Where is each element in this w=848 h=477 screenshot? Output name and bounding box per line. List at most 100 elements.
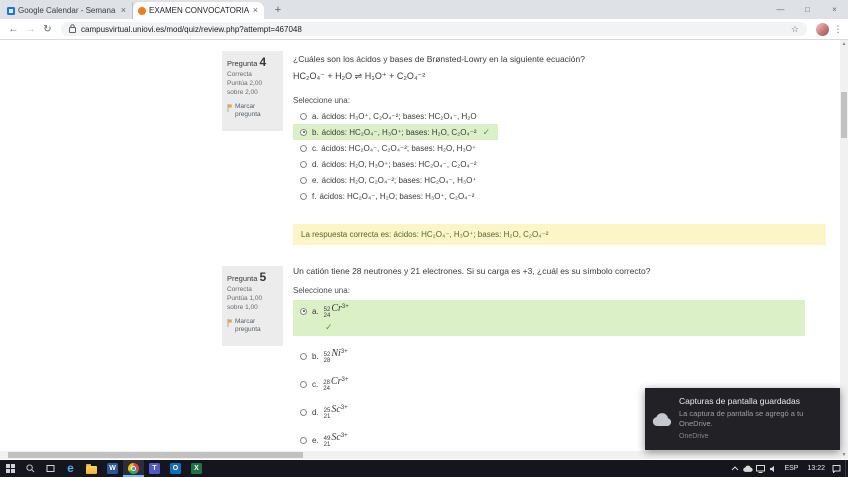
option-text: ácidos: H₂O, C₂O₄⁻²; bases: HC₂O₄⁻, H₃O⁺ xyxy=(322,176,477,185)
question5-grade: Puntúa 1,00 sobre 1,00 xyxy=(227,295,278,313)
taskbar-app-excel[interactable]: X xyxy=(186,460,207,477)
q4-option-a[interactable]: a. ácidos: H₃O⁺, C₂O₄⁻²; bases: HC₂O₄⁻, … xyxy=(293,108,485,124)
taskbar-app-teams[interactable]: T xyxy=(144,460,165,477)
q4-option-c[interactable]: c. ácidos: HC₂O₄⁻, C₂O₄⁻²; bases: H₂O, H… xyxy=(293,140,484,156)
option-letter: b. xyxy=(312,352,319,361)
teams-icon: T xyxy=(149,463,160,474)
clock[interactable]: 13:22 xyxy=(802,465,830,472)
bookmark-star-icon[interactable]: ☆ xyxy=(791,24,799,35)
radio-button-checked[interactable] xyxy=(300,308,307,315)
radio-button[interactable] xyxy=(300,437,307,444)
url-text[interactable]: campusvirtual.uniovi.es/mod/quiz/review.… xyxy=(81,25,791,34)
question4-grade: Puntúa 2,00 sobre 2,00 xyxy=(227,80,278,98)
reload-button[interactable]: ↻ xyxy=(39,24,56,35)
tray-chevron-up-icon[interactable] xyxy=(728,466,741,471)
option-text: ácidos: HC₂O₄⁻, H₂O; bases: H₃O⁺, C₂O₄⁻² xyxy=(319,192,474,201)
radio-button-checked[interactable] xyxy=(300,129,307,136)
option-letter: c. xyxy=(312,380,318,389)
toast-app-name: OneDrive xyxy=(679,433,832,440)
question5-text: Un catión tiene 28 neutrones y 21 electr… xyxy=(293,266,826,276)
isotope-notation: 5224Cr3+ xyxy=(322,303,349,319)
radio-button[interactable] xyxy=(300,145,307,152)
tab-title: Google Calendar - Semana del 1 xyxy=(18,6,117,15)
q5-option-a-selected-correct[interactable]: a. 5224Cr3+ ✓ xyxy=(293,300,805,336)
q5-option-b[interactable]: b. 5228Ni3+ xyxy=(293,348,826,364)
search-button[interactable] xyxy=(20,460,40,477)
search-icon xyxy=(26,464,35,473)
outlook-icon: O xyxy=(170,463,181,474)
flag-label: Marcar pregunta xyxy=(235,103,278,121)
q4-option-e[interactable]: e. ácidos: H₂O, C₂O₄⁻²; bases: HC₂O₄⁻, H… xyxy=(293,172,485,188)
moodle-favicon xyxy=(138,7,146,15)
action-center-icon[interactable] xyxy=(830,465,843,473)
option-letter: f. xyxy=(312,192,316,201)
taskbar-app-outlook[interactable]: O xyxy=(165,460,186,477)
excel-icon: X xyxy=(191,463,202,474)
taskbar-app-file-explorer[interactable] xyxy=(81,460,102,477)
system-tray: ESP 13:22 xyxy=(728,460,848,477)
toast-message: La captura de pantalla se agregó a tu On… xyxy=(679,409,819,429)
q4-option-b-selected-correct[interactable]: b. ácidos: HC₂O₄⁻, H₃O⁺; bases: H₂O, C₂O… xyxy=(293,124,498,140)
radio-button[interactable] xyxy=(300,161,307,168)
tab-title: EXAMEN CONVOCATORIA ORD... xyxy=(149,6,249,15)
toast-body: Capturas de pantalla guardadas La captur… xyxy=(679,388,840,450)
flag-question5-link[interactable]: Marcar pregunta xyxy=(227,318,278,336)
option-letter: e. xyxy=(312,176,319,185)
lock-icon[interactable] xyxy=(69,20,76,38)
taskbar-app-chrome-active[interactable] xyxy=(123,460,144,477)
q4-option-f[interactable]: f. ácidos: HC₂O₄⁻, H₂O; bases: H₃O⁺, C₂O… xyxy=(293,188,482,204)
start-button[interactable] xyxy=(0,460,20,477)
browser-toolbar: ← → ↻ campusvirtual.uniovi.es/mod/quiz/r… xyxy=(0,19,848,40)
horizontal-scrollbar[interactable] xyxy=(0,451,840,459)
radio-button[interactable] xyxy=(300,193,307,200)
question5-header: Pregunta5 xyxy=(227,270,278,284)
scroll-up-arrow[interactable]: ▲ xyxy=(840,40,848,48)
tab-google-calendar[interactable]: Google Calendar - Semana del 1 × xyxy=(2,2,133,19)
tab-exam-review[interactable]: EXAMEN CONVOCATORIA ORD... × xyxy=(133,2,264,19)
horizontal-scrollbar-thumb[interactable] xyxy=(8,452,303,458)
task-view-icon xyxy=(46,464,55,473)
tray-onedrive-icon[interactable] xyxy=(741,465,754,472)
taskbar-app-edge[interactable]: e xyxy=(60,460,81,477)
tab-close-icon[interactable]: × xyxy=(252,6,259,15)
question4-options: a. ácidos: H₃O⁺, C₂O₄⁻²; bases: HC₂O₄⁻, … xyxy=(293,108,826,204)
scroll-down-arrow[interactable]: ▼ xyxy=(840,451,848,459)
tray-network-icon[interactable] xyxy=(754,465,767,473)
forward-button[interactable]: → xyxy=(22,24,39,35)
tab-close-icon[interactable]: × xyxy=(120,6,127,15)
radio-button[interactable] xyxy=(300,177,307,184)
vertical-scrollbar-thumb[interactable] xyxy=(841,92,847,138)
option-letter: d. xyxy=(312,408,319,417)
option-letter: e. xyxy=(312,436,319,445)
word-icon: W xyxy=(107,463,118,474)
isotope-notation: 4921Sc3+ xyxy=(322,432,348,448)
radio-button[interactable] xyxy=(300,409,307,416)
onedrive-toast-notification[interactable]: Capturas de pantalla guardadas La captur… xyxy=(645,388,840,450)
tab-strip: Google Calendar - Semana del 1 × EXAMEN … xyxy=(0,0,848,19)
correct-check-icon: ✓ xyxy=(325,321,805,333)
address-bar[interactable]: campusvirtual.uniovi.es/mod/quiz/review.… xyxy=(61,22,807,36)
new-tab-button[interactable]: + xyxy=(270,2,286,18)
question5-state: Correcta xyxy=(227,286,278,293)
question5-info-box: Pregunta5 Correcta Puntúa 1,00 sobre 1,0… xyxy=(222,266,283,346)
task-view-button[interactable] xyxy=(40,460,60,477)
tray-volume-icon[interactable] xyxy=(767,465,780,473)
vertical-scrollbar[interactable]: ▲ ▼ xyxy=(840,40,848,459)
radio-button[interactable] xyxy=(300,381,307,388)
browser-menu-icon[interactable]: ⋮ xyxy=(833,24,843,35)
option-letter: c. xyxy=(312,144,318,153)
minimize-button[interactable]: — xyxy=(767,0,794,19)
close-button[interactable]: × xyxy=(821,0,848,19)
taskbar-app-word[interactable]: W xyxy=(102,460,123,477)
profile-avatar[interactable] xyxy=(816,23,829,36)
flag-question4-link[interactable]: Marcar pregunta xyxy=(227,103,278,121)
q4-option-d[interactable]: d. ácidos: H₂O, H₃O⁺; bases: HC₂O₄⁻, C₂O… xyxy=(293,156,485,172)
language-indicator[interactable]: ESP xyxy=(780,465,802,472)
windows-taskbar: e W T O X ESP 13:22 xyxy=(0,460,848,477)
radio-button[interactable] xyxy=(300,113,307,120)
maximize-button[interactable]: □ xyxy=(794,0,821,19)
question4-equation: HC₂O₄⁻ + H₂O ⇌ H₃O⁺ + C₂O₄⁻² xyxy=(293,71,826,82)
radio-button[interactable] xyxy=(300,353,307,360)
back-button[interactable]: ← xyxy=(5,24,22,35)
option-letter: b. xyxy=(312,128,319,137)
